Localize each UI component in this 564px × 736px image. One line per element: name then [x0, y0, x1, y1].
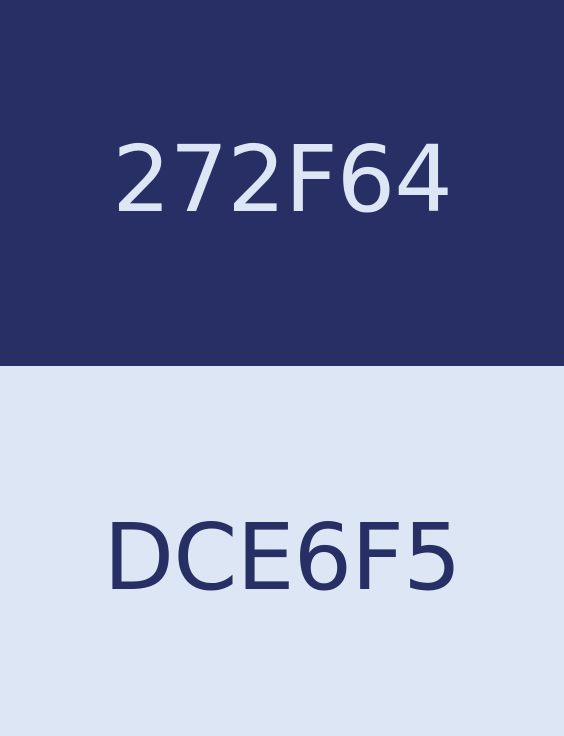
swatch-hex-label: DCE6F5 [103, 504, 461, 611]
swatch-hex-label: 272F64 [112, 126, 453, 233]
color-swatch-light: DCE6F5 [0, 366, 564, 736]
color-swatch-dark: 272F64 [0, 0, 564, 366]
